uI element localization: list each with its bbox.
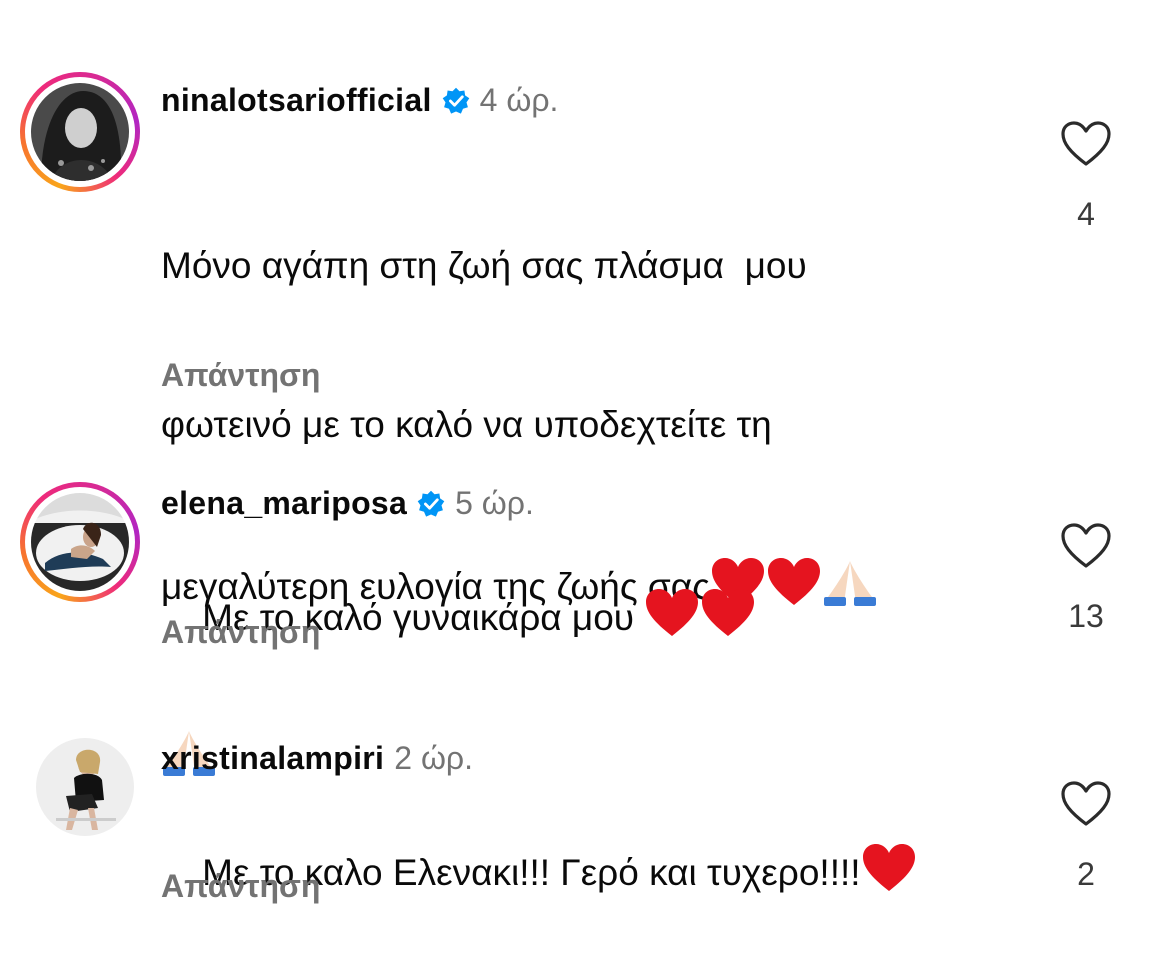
verified-badge-icon <box>417 489 445 517</box>
like-heart-icon[interactable] <box>1060 780 1112 828</box>
like-heart-icon[interactable] <box>1060 120 1112 168</box>
comment-text-line: Μόνο αγάπη στη ζωή σας πλάσμα μου <box>161 245 807 286</box>
username-link[interactable]: xristinalampiri <box>161 740 384 776</box>
avatar[interactable] <box>20 72 140 192</box>
comment-header: ninalotsariofficial 4 ώρ. <box>161 82 558 119</box>
comment-timestamp: 4 ώρ. <box>479 82 559 118</box>
avatar[interactable] <box>36 738 134 836</box>
like-count: 4 <box>1077 196 1095 232</box>
username-link[interactable]: elena_mariposa <box>161 485 407 521</box>
red-heart-emoji-icon <box>861 843 917 907</box>
red-heart-emoji-icon <box>700 588 756 652</box>
comment-header: elena_mariposa 5 ώρ. <box>161 485 534 522</box>
avatar[interactable] <box>20 482 140 602</box>
like-count: 2 <box>1077 856 1095 892</box>
reply-button[interactable]: Απάντηση <box>161 614 320 651</box>
reply-button[interactable]: Απάντηση <box>161 357 320 394</box>
like-count: 13 <box>1068 598 1104 634</box>
like-heart-icon[interactable] <box>1060 522 1112 570</box>
username-link[interactable]: ninalotsariofficial <box>161 82 432 118</box>
comment-timestamp: 2 ώρ. <box>394 740 474 776</box>
verified-badge-icon <box>442 86 470 114</box>
comment-header: xristinalampiri 2 ώρ. <box>161 740 473 777</box>
red-heart-emoji-icon <box>644 588 700 652</box>
reply-button[interactable]: Απάντηση <box>161 868 320 905</box>
comment-timestamp: 5 ώρ. <box>455 485 534 521</box>
comment-text-line: φωτεινό με το καλό να υποδεχτείτε τη <box>161 404 772 445</box>
